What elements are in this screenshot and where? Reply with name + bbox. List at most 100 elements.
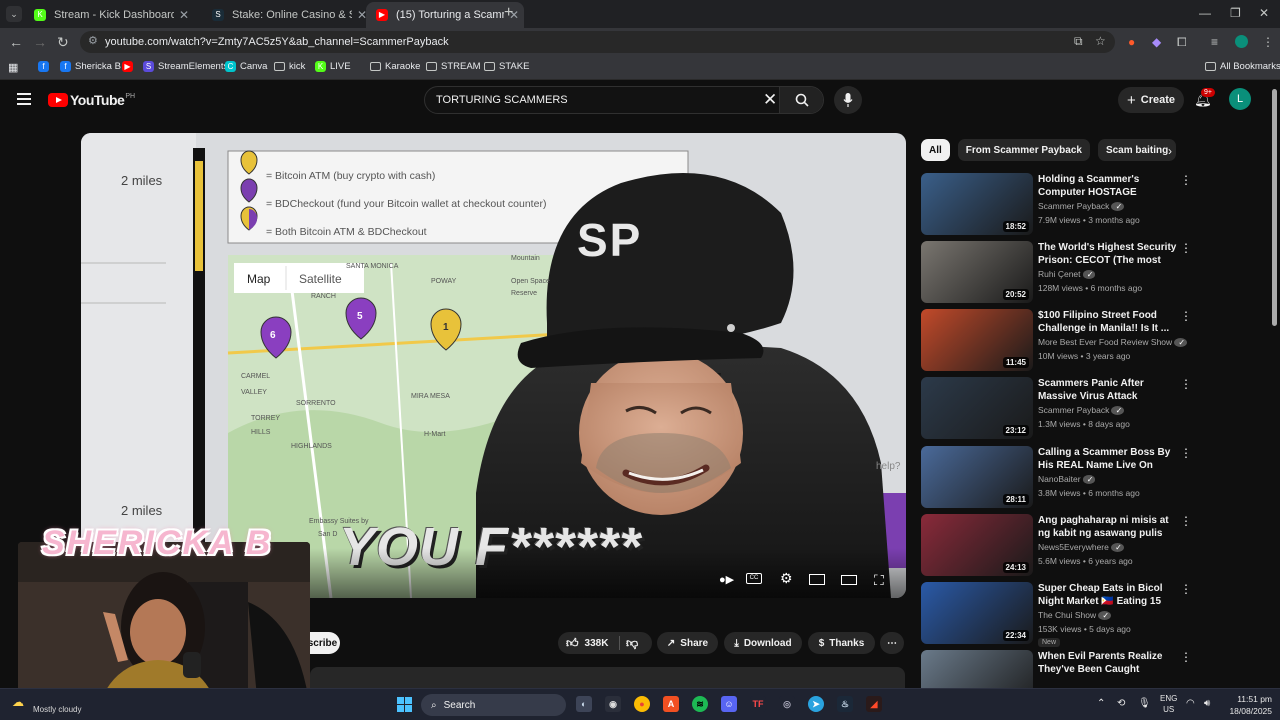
taskbar-steam-icon[interactable]: ♨: [837, 696, 853, 712]
recommended-video[interactable]: 23:12 Scammers Panic After Massive Virus …: [921, 377, 1261, 439]
thanks-button[interactable]: $ Thanks: [808, 632, 875, 654]
video-title[interactable]: The World's Highest Security Prison: CEC…: [1038, 241, 1178, 268]
page-scrollbar[interactable]: [1272, 89, 1277, 326]
browser-tab[interactable]: ▶(15) Torturing a Scammer Till Th✕: [366, 2, 524, 28]
more-actions-button[interactable]: ⋯: [880, 632, 904, 654]
search-box[interactable]: TORTURING SCAMMERS ✕: [424, 86, 824, 114]
video-thumbnail[interactable]: 11:45: [921, 309, 1033, 371]
reading-list-icon[interactable]: ≡: [1211, 35, 1218, 49]
more-options-icon[interactable]: ⋮: [1180, 582, 1192, 596]
taskbar-app2-icon[interactable]: A: [663, 696, 679, 712]
filter-chip[interactable]: All: [921, 139, 950, 161]
more-options-icon[interactable]: ⋮: [1180, 446, 1192, 460]
new-tab-button[interactable]: +: [504, 4, 513, 22]
like-button[interactable]: 👍︎ 338K 👎︎: [558, 632, 652, 654]
bookmark-item[interactable]: STAKE: [484, 61, 529, 72]
channel-name-row[interactable]: The Chui Show ✓: [1038, 610, 1112, 620]
chips-next-icon[interactable]: ›: [1168, 144, 1172, 158]
back-icon[interactable]: ←: [9, 34, 23, 50]
recommended-video[interactable]: 28:11 Calling a Scammer Boss By His REAL …: [921, 446, 1261, 508]
restore-icon[interactable]: ❐: [1230, 6, 1241, 20]
video-thumbnail[interactable]: 23:12: [921, 377, 1033, 439]
account-avatar[interactable]: L: [1229, 88, 1251, 110]
fullscreen-icon[interactable]: ⛶: [874, 572, 884, 589]
search-button[interactable]: [779, 87, 823, 113]
wifi-icon[interactable]: ◠: [1186, 698, 1195, 709]
tray-network-app-icon[interactable]: ⟲: [1117, 698, 1125, 709]
bookmark-facebook-icon[interactable]: f: [38, 61, 53, 72]
bookmark-item[interactable]: ▶: [122, 61, 137, 72]
bookmark-item[interactable]: K LIVE: [315, 61, 351, 72]
download-button[interactable]: ⤓ Download: [724, 632, 802, 654]
more-options-icon[interactable]: ⋮: [1180, 650, 1192, 664]
video-title[interactable]: $100 Filipino Street Food Challenge in M…: [1038, 309, 1178, 335]
system-clock[interactable]: 11:51 pm 18/08/2025: [1226, 693, 1272, 717]
more-options-icon[interactable]: ⋮: [1180, 309, 1192, 323]
chrome-menu-icon[interactable]: ⋮: [1262, 35, 1274, 49]
apps-grid-icon[interactable]: ▦: [8, 61, 18, 74]
thumbs-down-icon[interactable]: 👎︎: [626, 636, 638, 651]
channel-name-row[interactable]: News5Everywhere ✓: [1038, 542, 1124, 552]
taskbar-app5-icon[interactable]: ◢: [866, 696, 882, 712]
recommended-video[interactable]: 22:34 Super Cheap Eats in Bicol Night Mar…: [921, 582, 1261, 647]
close-window-icon[interactable]: ✕: [1259, 6, 1269, 20]
video-thumbnail[interactable]: 28:11: [921, 446, 1033, 508]
youtube-logo[interactable]: YouTube PH: [48, 92, 135, 108]
extension-fox-icon[interactable]: ●: [1128, 35, 1135, 49]
all-bookmarks[interactable]: All Bookmarks: [1205, 61, 1280, 72]
share-button[interactable]: ↗ Share: [657, 632, 718, 654]
video-thumbnail[interactable]: 18:52: [921, 173, 1033, 235]
more-options-icon[interactable]: ⋮: [1180, 173, 1192, 187]
channel-name-row[interactable]: NanoBaiter ✓: [1038, 474, 1096, 484]
browser-tab[interactable]: SStake: Online Casino & Sports B✕: [202, 2, 372, 28]
more-options-icon[interactable]: ⋮: [1180, 241, 1192, 255]
video-thumbnail[interactable]: 24:13: [921, 514, 1033, 576]
taskbar-chrome-icon[interactable]: ●: [634, 696, 650, 712]
recommended-video[interactable]: 20:52 The World's Highest Security Prison…: [921, 241, 1261, 303]
theater-mode-icon[interactable]: [841, 575, 857, 585]
clear-search-icon[interactable]: ✕: [763, 90, 777, 110]
channel-name-row[interactable]: Scammer Payback ✓: [1038, 201, 1125, 211]
channel-name-row[interactable]: Ruhi Çenet ✓: [1038, 269, 1096, 279]
filter-chip[interactable]: From Scammer Payback: [957, 139, 1090, 161]
captions-icon[interactable]: CC: [746, 573, 762, 584]
weather-text[interactable]: Mostly cloudy: [33, 705, 81, 714]
create-button[interactable]: + Create: [1118, 87, 1184, 113]
settings-icon[interactable]: ⚙: [780, 570, 793, 587]
menu-hamburger-icon[interactable]: [17, 93, 31, 108]
taskbar-search[interactable]: ⌕ Search: [421, 694, 566, 716]
profile-avatar-icon[interactable]: [1235, 35, 1248, 48]
taskbar-telegram-icon[interactable]: ➤: [808, 696, 824, 712]
bookmark-item[interactable]: kick: [274, 61, 305, 72]
cast-icon[interactable]: ⧉: [1074, 34, 1083, 49]
tab-close-icon[interactable]: ✕: [174, 8, 194, 22]
bookmark-star-icon[interactable]: ☆: [1095, 34, 1106, 48]
recommended-video[interactable]: 18:52 Holding a Scammer's Computer HOSTAG…: [921, 173, 1261, 235]
more-options-icon[interactable]: ⋮: [1180, 377, 1192, 391]
bookmark-item[interactable]: f Shericka B: [60, 61, 121, 72]
video-thumbnail[interactable]: 22:34: [921, 582, 1033, 644]
recommended-video[interactable]: 24:13 Ang paghaharap ni misis at ng kabit…: [921, 514, 1261, 576]
reload-icon[interactable]: ↻: [57, 34, 69, 51]
extensions-puzzle-icon[interactable]: ⧠: [1177, 35, 1187, 50]
bookmark-item[interactable]: C Canva: [225, 61, 267, 72]
browser-tab[interactable]: K Stream - Kick Dashboard ✕: [24, 2, 194, 28]
voice-search-button[interactable]: [834, 86, 862, 114]
extension-gem-icon[interactable]: ◆: [1152, 35, 1161, 49]
tray-overflow-icon[interactable]: ⌃: [1097, 698, 1105, 709]
bookmark-item[interactable]: S StreamElements: [143, 61, 228, 72]
url-text[interactable]: youtube.com/watch?v=Zmty7AC5z5Y&ab_chann…: [105, 36, 449, 48]
channel-name-row[interactable]: Scammer Payback ✓: [1038, 405, 1125, 415]
tab-search-icon[interactable]: ⌄: [6, 6, 22, 22]
channel-name-row[interactable]: More Best Ever Food Review Show ✓: [1038, 337, 1188, 347]
video-title[interactable]: Scammers Panic After Massive Virus Attac…: [1038, 377, 1178, 403]
address-bar[interactable]: ⚙ youtube.com/watch?v=Zmty7AC5z5Y&ab_cha…: [80, 31, 1115, 53]
weather-icon[interactable]: ☁: [12, 695, 24, 709]
site-info-icon[interactable]: ⚙: [88, 34, 98, 47]
forward-icon[interactable]: →: [33, 34, 47, 50]
filter-chip[interactable]: Scam baiting: [1097, 139, 1177, 161]
taskbar-discord-icon[interactable]: ☺: [721, 696, 737, 712]
volume-icon[interactable]: 🔊︎: [1204, 698, 1210, 709]
search-input[interactable]: TORTURING SCAMMERS: [436, 94, 568, 106]
video-title[interactable]: Ang paghaharap ni misis at ng kabit ng a…: [1038, 514, 1178, 540]
